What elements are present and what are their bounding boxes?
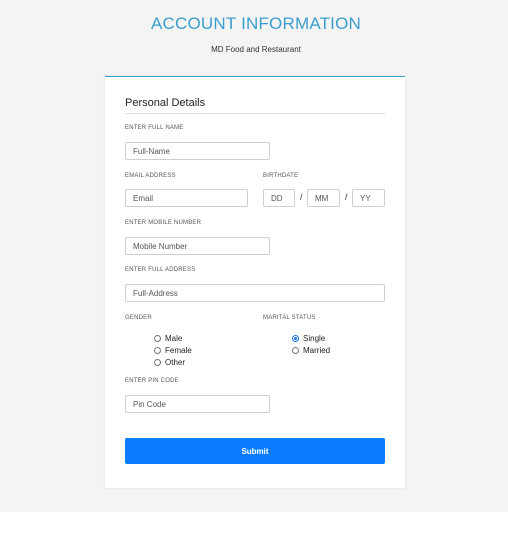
- submit-button[interactable]: Submit: [125, 438, 385, 464]
- section-divider: [125, 113, 385, 114]
- address-label: ENTER FULL ADDRESS: [125, 267, 196, 273]
- section-title: Personal Details: [125, 97, 206, 109]
- pin-code-label: ENTER PIN CODE: [125, 378, 179, 384]
- gender-option-label: Female: [165, 345, 192, 355]
- radio-button[interactable]: [154, 358, 161, 366]
- birthdate-label: BIRTHDATE: [263, 173, 299, 179]
- gender-option-other[interactable]: Other: [154, 357, 185, 367]
- gender-option-label: Male: [165, 333, 183, 343]
- gender-option-male[interactable]: Male: [154, 333, 182, 343]
- birthdate-day-input[interactable]: [263, 189, 295, 207]
- gender-label: GENDER: [125, 315, 152, 321]
- birthdate-month-input[interactable]: [307, 189, 340, 207]
- radio-button[interactable]: [292, 346, 299, 354]
- pin-code-input[interactable]: [125, 395, 270, 413]
- page-subtitle: MD Food and Restaurant: [211, 45, 301, 54]
- account-form-card: Personal Details ENTER FULL NAME EMAIL A…: [105, 76, 405, 488]
- birthdate-separator: /: [300, 192, 303, 202]
- mobile-input[interactable]: [125, 237, 270, 255]
- mobile-label: ENTER MOBILE NUMBER: [125, 220, 202, 226]
- full-name-input[interactable]: [125, 142, 270, 160]
- full-name-label: ENTER FULL NAME: [125, 125, 184, 131]
- marital-option-married[interactable]: Married: [292, 345, 330, 355]
- address-input[interactable]: [125, 284, 385, 302]
- radio-button[interactable]: [154, 346, 161, 354]
- marital-option-label: Single: [303, 333, 326, 343]
- gender-option-label: Other: [165, 357, 186, 367]
- marital-option-label: Married: [303, 345, 331, 355]
- radio-button-selected[interactable]: [292, 334, 299, 342]
- page-title: ACCOUNT INFORMATION: [151, 14, 361, 33]
- marital-option-single[interactable]: Single: [292, 333, 325, 343]
- email-input[interactable]: [125, 189, 248, 207]
- email-label: EMAIL ADDRESS: [125, 173, 176, 179]
- marital-status-label: MARITAL STATUS: [263, 315, 316, 321]
- radio-button[interactable]: [154, 334, 161, 342]
- birthdate-separator: /: [345, 192, 348, 202]
- birthdate-year-input[interactable]: [352, 189, 385, 207]
- gender-option-female[interactable]: Female: [154, 345, 192, 355]
